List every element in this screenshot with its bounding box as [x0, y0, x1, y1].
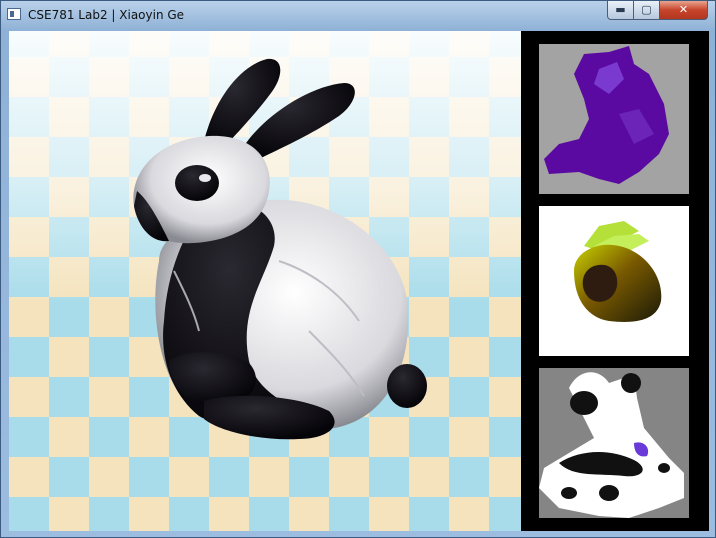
point-cloud-bunny	[544, 46, 669, 184]
title-bar[interactable]: CSE781 Lab2 | Xiaoyin Ge ▬ ▢ ✕	[1, 1, 715, 30]
app-window-icon[interactable]	[7, 8, 21, 20]
bunny-model	[133, 58, 427, 440]
point-cloud-thumbnail[interactable]	[539, 44, 689, 194]
window-title: CSE781 Lab2 | Xiaoyin Ge	[28, 8, 185, 22]
close-button[interactable]: ✕	[659, 1, 708, 20]
texture-map-bunny	[539, 372, 684, 518]
minimize-button[interactable]: ▬	[607, 1, 634, 20]
maximize-button[interactable]: ▢	[633, 1, 660, 20]
render-canvas[interactable]	[9, 31, 709, 531]
normal-color-thumbnail[interactable]	[539, 206, 689, 356]
app-window: CSE781 Lab2 | Xiaoyin Ge ▬ ▢ ✕	[0, 0, 716, 538]
normal-map-bunny	[574, 221, 662, 322]
thumbnail-panel	[521, 31, 709, 531]
texture-map-thumbnail[interactable]	[539, 368, 689, 518]
main-3d-viewport[interactable]	[9, 31, 521, 531]
